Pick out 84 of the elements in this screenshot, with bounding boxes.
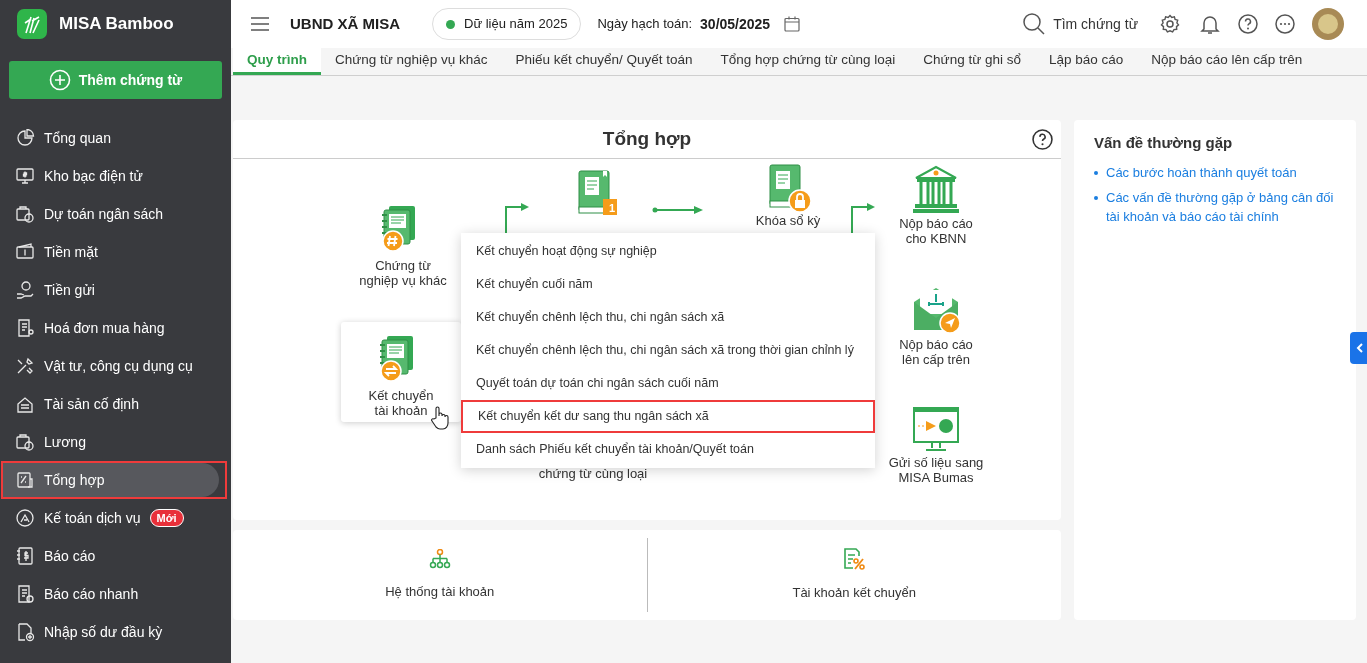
sidebar-item-icon <box>16 622 35 642</box>
notification-bell-icon[interactable] <box>1200 13 1220 35</box>
sidebar-item[interactable]: Vật tư, công cụ dụng cụ <box>3 349 231 383</box>
sidebar-item[interactable]: Báo cáo <box>3 539 231 573</box>
envelope-icon[interactable] <box>912 286 960 334</box>
node-label[interactable]: Gửi số liệu sang MISA Bumas <box>888 455 984 485</box>
bullet-icon <box>1094 170 1098 175</box>
menu-item[interactable]: Kết chuyển chênh lệch thu, chi ngân sách xã <box>461 301 875 334</box>
new-badge: Mới <box>149 509 184 527</box>
node-label: Kết chuyển tài khoản <box>368 388 434 418</box>
menu-item[interactable]: Quyết toán dự toán chi ngân sách cuối năm <box>461 367 875 400</box>
node-label[interactable]: Nộp báo cáo cho KBNN <box>899 216 973 246</box>
settings-icon[interactable] <box>1160 14 1180 34</box>
sidebar-item[interactable]: Tài sản cố định <box>3 387 231 421</box>
sidebar-item-icon <box>16 280 35 300</box>
help-icon[interactable] <box>1238 14 1258 34</box>
tab[interactable]: Phiếu kết chuyển/ Quyết toán <box>501 48 707 75</box>
sidebar-item[interactable]: Kế toán dịch vụ Mới <box>3 501 231 535</box>
search-icon <box>1023 13 1046 35</box>
help-link[interactable]: Các bước hoàn thành quyết toán <box>1106 162 1297 182</box>
posting-date: 30/05/2025 <box>700 14 771 34</box>
collapse-panel-tab[interactable] <box>1350 332 1367 364</box>
sidebar-item-icon <box>16 432 35 452</box>
sidebar-item-icon <box>16 242 35 262</box>
chevron-left-icon <box>1355 343 1363 353</box>
count-label: 1 <box>607 201 617 216</box>
sidebar-item-icon <box>16 356 35 376</box>
sidebar-item[interactable]: Báo cáo nhanh <box>3 577 231 611</box>
sidebar-item[interactable]: Tiền gửi <box>3 273 231 307</box>
sidebar-item-icon <box>16 318 35 338</box>
sidebar-item[interactable]: Dự toán ngân sách <box>3 197 231 231</box>
bamboo-logo-icon <box>17 9 47 39</box>
flow-arrow <box>504 203 530 233</box>
panel-title: Vấn đề thường gặp <box>1094 133 1234 153</box>
sidebar-item[interactable]: Tiền mặt <box>3 235 231 269</box>
tab[interactable]: Tổng hợp chứng từ cùng loại <box>706 48 910 75</box>
search-field[interactable]: Tìm chứng từ <box>1023 13 1138 35</box>
app-name: MISA Bamboo <box>59 13 174 36</box>
help-link[interactable]: Các vấn đề thường gặp ở bảng cân đối tài khoản và báo cáo tài chính <box>1106 187 1336 226</box>
hierarchy-icon <box>428 548 451 569</box>
organization-name: UBND XÃ MISA <box>290 13 400 34</box>
menu-item[interactable]: Kết chuyển kết dư sang thu ngân sách xã <box>461 400 875 433</box>
calendar-icon[interactable] <box>784 16 801 32</box>
shortcut-tile[interactable]: Hệ thống tài khoản <box>233 538 647 612</box>
more-icon[interactable] <box>1275 14 1295 34</box>
add-icon <box>48 69 71 91</box>
sidebar-item[interactable]: Hoá đơn mua hàng <box>3 311 231 345</box>
menu-item[interactable]: Kết chuyển hoạt động sự nghiệp <box>461 235 875 268</box>
sidebar-item-icon <box>16 470 35 490</box>
node-label[interactable]: Nộp báo cáo lên cấp trên <box>899 337 973 367</box>
node-label[interactable]: Khóa sổ kỳ <box>755 213 821 228</box>
help-icon[interactable] <box>1032 129 1053 150</box>
sidebar-item-icon <box>16 546 35 566</box>
date-label: Ngày hạch toán: <box>597 15 693 34</box>
shortcut-tile[interactable]: Tài khoản kết chuyển <box>646 538 1061 612</box>
monitor-icon[interactable] <box>912 406 960 452</box>
sidebar-item[interactable]: Tổng quan <box>3 121 231 155</box>
sidebar-item-icon <box>16 128 35 148</box>
avatar[interactable] <box>1312 8 1344 40</box>
sidebar-item[interactable]: Tổng hợp <box>3 463 219 497</box>
bullet-icon <box>1094 195 1098 200</box>
bank-icon[interactable] <box>912 164 960 214</box>
menu-icon[interactable] <box>251 17 269 31</box>
sidebar-item[interactable]: Kho bạc điện tử <box>3 159 231 193</box>
sidebar-item[interactable]: Nhập số dư đầu kỳ <box>3 615 231 649</box>
status-dot-icon <box>446 19 455 29</box>
document-percent-icon <box>843 547 866 570</box>
sidebar-item-icon <box>16 204 35 224</box>
menu-item[interactable]: Danh sách Phiếu kết chuyển tài khoản/Quyết toán <box>461 433 875 466</box>
flow-arrow <box>652 204 704 216</box>
tab[interactable]: Chứng từ ghi sổ <box>909 48 1035 75</box>
menu-item[interactable]: Kết chuyển chênh lệch thu, chi ngân sách xã trong thời gian chỉnh lý <box>461 334 875 367</box>
sidebar-item-icon <box>16 584 35 604</box>
sidebar-item-icon <box>16 166 35 186</box>
node-label[interactable]: Chứng từ nghiệp vụ khác <box>359 258 447 288</box>
tab[interactable]: Lập báo cáo <box>1034 48 1138 75</box>
menu-item[interactable]: Kết chuyển cuối năm <box>461 268 875 301</box>
tab[interactable]: Nộp báo cáo lên cấp trên <box>1137 48 1317 75</box>
sidebar-item-icon <box>16 508 35 528</box>
node-label[interactable]: chứng từ cùng loại <box>538 466 648 481</box>
panel-title: Tổng hợp <box>602 126 692 151</box>
hand-cursor-icon <box>431 406 449 430</box>
tab[interactable]: Chứng từ nghiệp vụ khác <box>321 48 502 75</box>
sidebar-item[interactable]: Lương <box>3 425 231 459</box>
